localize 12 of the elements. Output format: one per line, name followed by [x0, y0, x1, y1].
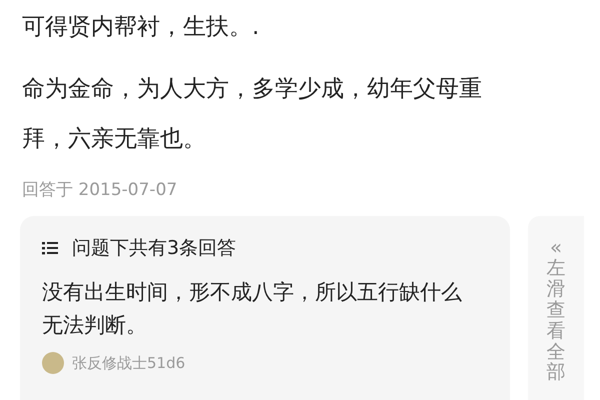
avatar	[42, 352, 64, 374]
answer-paragraph: 可得贤内帮衬，生扶。.	[22, 13, 260, 42]
answer-date: 回答于 2015-07-07	[22, 179, 178, 202]
answers-card[interactable]: 问题下共有3条回答 没有出生时间，形不成八字，所以五行缺什么无法判断。 张反修战士51d6	[20, 216, 510, 400]
answer-excerpt: 没有出生时间，形不成八字，所以五行缺什么无法判断。	[42, 279, 463, 339]
author-name[interactable]: 张反修战士51d6	[72, 354, 186, 372]
swipe-hint-text: 左滑查看全部	[546, 258, 566, 384]
answer-paragraph: 命为金命，为人大方，多学少成，幼年父母重拜，六亲无靠也。	[22, 75, 483, 154]
card-title: 问题下共有3条回答	[72, 236, 236, 261]
swipe-hint-panel[interactable]: « 左滑查看全部	[528, 216, 584, 400]
list-icon	[42, 241, 58, 255]
double-chevron-icon: «	[550, 236, 562, 258]
